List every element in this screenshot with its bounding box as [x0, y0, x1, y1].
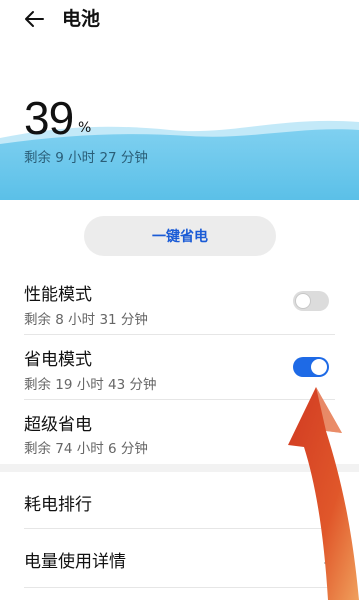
toggle-knob: [295, 293, 311, 309]
performance-mode-row[interactable]: 性能模式 剩余 8 小时 31 分钟: [0, 270, 359, 334]
battery-remaining-time: 剩余 9 小时 27 分钟: [24, 150, 148, 166]
power-consumption-ranking-row[interactable]: 耗电排行: [0, 472, 359, 528]
performance-mode-remaining: 剩余 8 小时 31 分钟: [24, 312, 148, 328]
ultra-power-saving-title: 超级省电: [24, 415, 92, 435]
toggle-knob: [311, 359, 327, 375]
battery-usage-details-row[interactable]: 电量使用详情: [0, 529, 359, 587]
header: 电池: [0, 0, 359, 40]
chevron-right-icon: [324, 550, 332, 564]
arrow-left-icon: [25, 11, 44, 27]
power-consumption-ranking-title: 耗电排行: [24, 495, 92, 515]
battery-usage-details-title: 电量使用详情: [24, 552, 126, 572]
power-saving-mode-title: 省电模式: [24, 350, 92, 370]
battery-level-value: 39: [24, 92, 74, 144]
one-tap-power-save-button[interactable]: 一键省电: [84, 216, 276, 256]
power-saving-mode-toggle[interactable]: [293, 357, 329, 377]
back-button[interactable]: [20, 6, 48, 32]
ultra-power-saving-remaining: 剩余 74 小时 6 分钟: [24, 441, 148, 457]
chevron-right-icon: [324, 493, 332, 507]
divider: [24, 587, 335, 588]
section-divider: [0, 464, 359, 472]
battery-level-unit: %: [78, 120, 92, 136]
performance-mode-title: 性能模式: [24, 285, 92, 305]
ultra-power-saving-row[interactable]: 超级省电 剩余 74 小时 6 分钟: [0, 400, 359, 462]
power-saving-mode-remaining: 剩余 19 小时 43 分钟: [24, 377, 157, 393]
page-title: 电池: [62, 8, 101, 30]
performance-mode-toggle[interactable]: [293, 291, 329, 311]
power-saving-mode-row[interactable]: 省电模式 剩余 19 小时 43 分钟: [0, 335, 359, 399]
